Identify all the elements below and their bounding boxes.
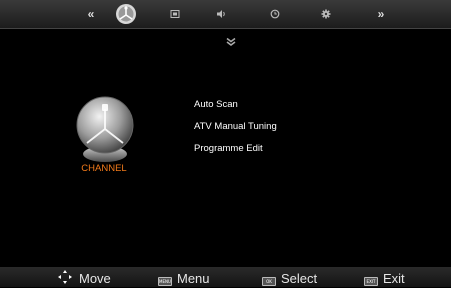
next-page-icon[interactable]: » [373, 7, 389, 21]
time-tab-icon[interactable] [267, 7, 283, 21]
section-title: CHANNEL [81, 163, 127, 174]
sound-tab-icon[interactable] [213, 7, 229, 21]
prev-page-icon[interactable]: « [83, 7, 99, 21]
chevron-double-down-icon [223, 37, 239, 49]
menu-item-atv-manual-tuning[interactable]: ATV Manual Tuning [194, 116, 277, 138]
satellite-dish-icon [72, 95, 138, 165]
hint-menu-label: Menu [177, 270, 210, 286]
picture-tab-icon[interactable] [167, 7, 183, 21]
exit-key-label: EXIT [364, 276, 378, 286]
move-arrows-icon [56, 269, 74, 288]
channel-menu: Auto Scan ATV Manual Tuning Programme Ed… [194, 94, 277, 160]
footer-hint-bar: Move MENU Menu OK Select EXIT Exit [0, 267, 451, 287]
hint-exit: EXIT Exit [364, 270, 405, 286]
menu-key-icon: MENU [158, 271, 172, 286]
hint-select: OK Select [262, 270, 317, 286]
setup-tab-icon[interactable] [318, 7, 334, 21]
hint-select-label: Select [281, 270, 318, 286]
hint-move: Move [56, 269, 111, 288]
hint-menu: MENU Menu [158, 270, 210, 286]
hint-move-label: Move [79, 270, 111, 286]
top-menu-bar: « » [0, 0, 451, 29]
menu-item-auto-scan[interactable]: Auto Scan [194, 94, 277, 116]
channel-tab-icon[interactable] [115, 3, 137, 25]
menu-item-programme-edit[interactable]: Programme Edit [194, 138, 277, 160]
menu-key-label: MENU [158, 276, 172, 286]
ok-key-icon: OK [262, 271, 276, 286]
ok-key-label: OK [262, 276, 276, 286]
exit-key-icon: EXIT [364, 271, 378, 286]
hint-exit-label: Exit [383, 270, 405, 286]
